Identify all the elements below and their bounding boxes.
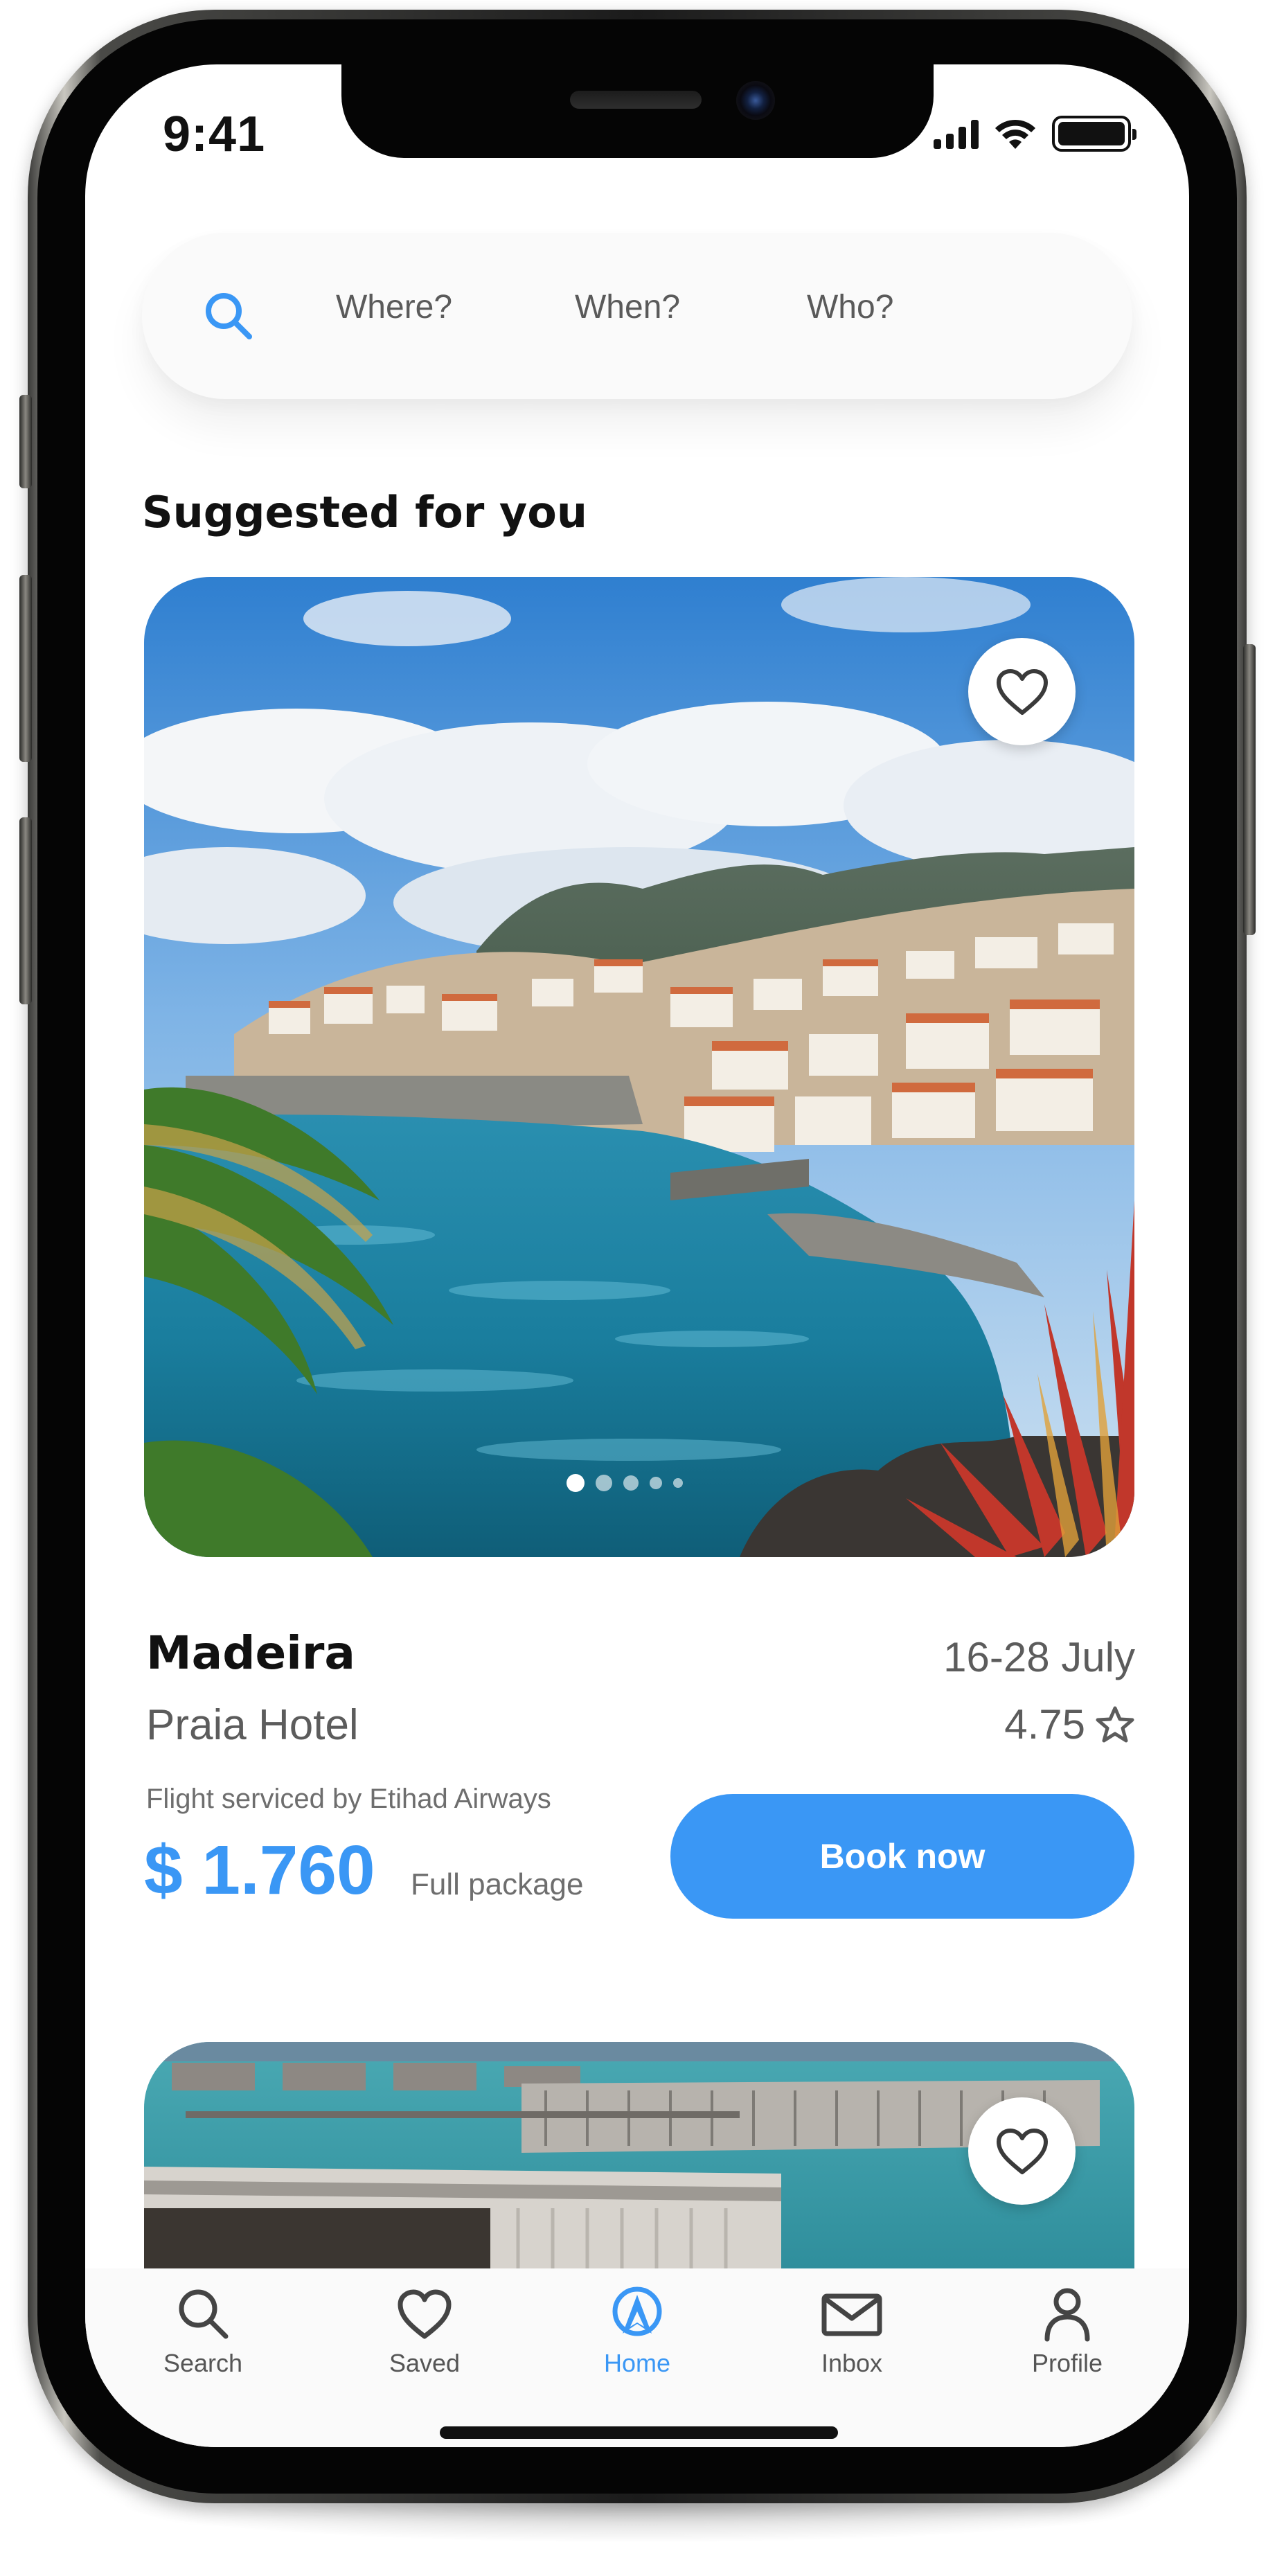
who-field[interactable]: Who? <box>807 288 893 326</box>
pagination-dot[interactable] <box>623 1475 639 1491</box>
tab-label: Inbox <box>821 2349 883 2377</box>
earpiece-speaker <box>570 91 702 109</box>
book-now-button[interactable]: Book now <box>670 1794 1134 1919</box>
search-icon <box>206 293 252 339</box>
package-label: Full package <box>411 1867 584 1901</box>
tab-home[interactable]: Home <box>554 2284 720 2378</box>
heart-icon <box>398 2289 452 2339</box>
app-screen: 9:41 Where? When? Who? Suggested for you <box>85 64 1189 2447</box>
tab-label: Profile <box>1031 2349 1103 2377</box>
status-icons <box>934 113 1141 154</box>
favorite-button-2[interactable] <box>968 2097 1076 2205</box>
volume-up-button <box>19 575 32 762</box>
heart-icon <box>996 2128 1048 2174</box>
person-icon <box>1044 2288 1090 2342</box>
wifi-icon <box>995 119 1035 149</box>
listing-photo-2[interactable] <box>144 2042 1134 2271</box>
destination-name: Madeira <box>146 1626 355 1680</box>
pagination-dot[interactable] <box>596 1475 612 1491</box>
search-icon <box>179 2289 229 2339</box>
status-time: 9:41 <box>163 107 266 162</box>
tab-search[interactable]: Search <box>120 2284 286 2378</box>
favorite-button[interactable] <box>968 638 1076 745</box>
home-logo-icon <box>612 2286 662 2336</box>
tab-saved[interactable]: Saved <box>341 2284 508 2378</box>
hotel-name: Praia Hotel <box>146 1701 359 1749</box>
silent-switch <box>19 395 32 488</box>
home-indicator <box>440 2426 838 2439</box>
tab-bar: Search Saved Home Inbox Profile <box>85 2268 1189 2447</box>
pagination-dot-active[interactable] <box>567 1474 585 1492</box>
tab-inbox[interactable]: Inbox <box>769 2284 935 2378</box>
envelope-icon <box>821 2293 882 2336</box>
front-camera <box>736 81 775 120</box>
section-title: Suggested for you <box>142 487 588 538</box>
search-bar[interactable]: Where? When? Who? <box>142 233 1132 399</box>
rating: 4.75 <box>1004 1700 1135 1748</box>
tab-label: Home <box>603 2349 671 2377</box>
pagination-dot[interactable] <box>673 1478 683 1488</box>
volume-down-button <box>19 817 32 1004</box>
price: $ 1.760 <box>144 1831 375 1909</box>
pagination-dot[interactable] <box>650 1477 662 1489</box>
flight-info: Flight serviced by Etihad Airways <box>146 1784 551 1814</box>
tab-profile[interactable]: Profile <box>984 2284 1150 2378</box>
trip-dates: 16-28 July <box>943 1634 1135 1680</box>
when-field[interactable]: When? <box>575 288 680 326</box>
notch <box>341 64 934 158</box>
rating-value: 4.75 <box>1004 1701 1085 1748</box>
listing-photo[interactable] <box>144 577 1134 1557</box>
battery-icon <box>1052 116 1136 152</box>
heart-icon <box>996 668 1048 715</box>
cellular-signal-icon <box>934 118 979 149</box>
power-button <box>1243 644 1256 935</box>
photo-pagination[interactable] <box>567 1474 683 1492</box>
tab-label: Search <box>163 2349 243 2377</box>
star-icon <box>1096 1706 1134 1742</box>
where-field[interactable]: Where? <box>336 288 452 326</box>
tab-label: Saved <box>389 2349 461 2377</box>
